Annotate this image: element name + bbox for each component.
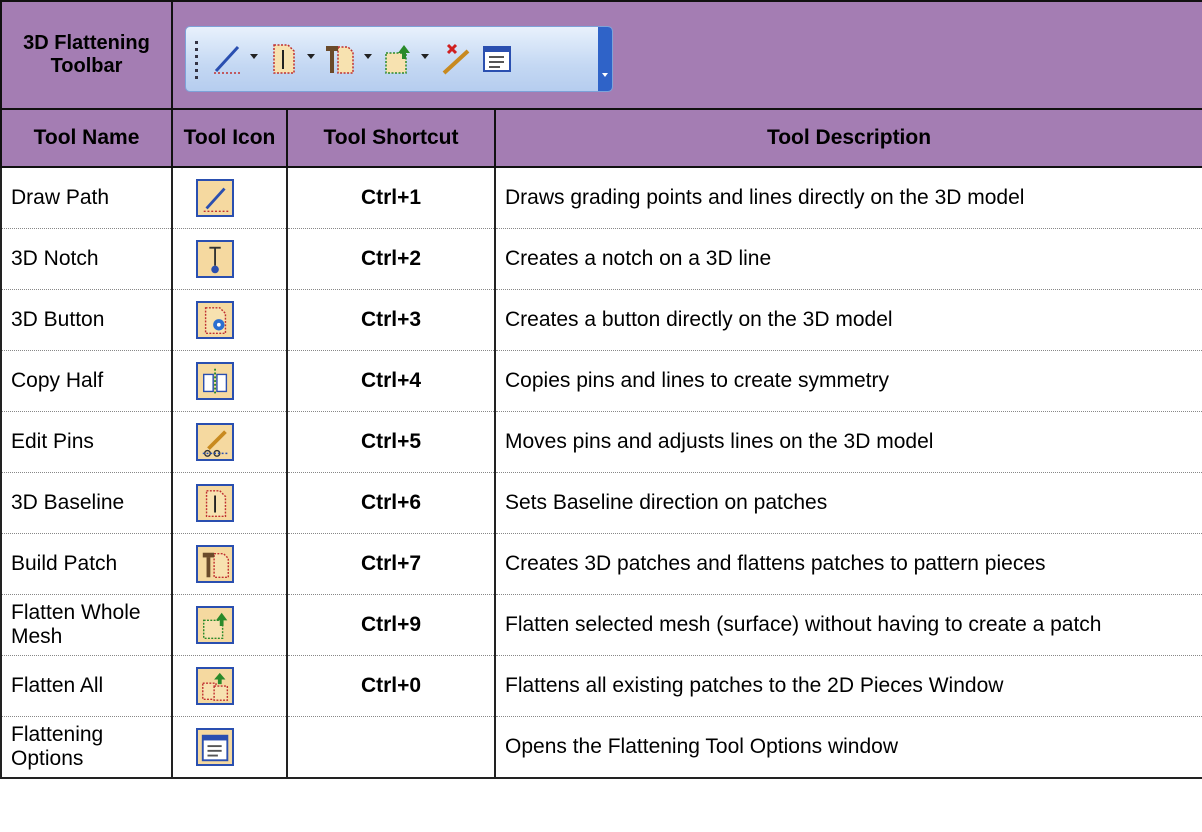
tool-shortcut: Ctrl+9 — [286, 594, 496, 656]
tools-body: Draw Path Ctrl+1 Draws grading points and … — [0, 167, 1202, 779]
header-tool-shortcut: Tool Shortcut — [286, 108, 496, 168]
build-patch-dropdown[interactable] — [364, 53, 372, 59]
tool-name: Flatten Whole Mesh — [0, 594, 173, 656]
draw-path-icon[interactable] — [210, 41, 246, 77]
baseline-icon — [196, 484, 234, 522]
tool-shortcut — [286, 716, 496, 779]
header-tool-description: Tool Description — [493, 108, 1202, 168]
tool-shortcut: Ctrl+0 — [286, 655, 496, 717]
tool-description: Creates a button directly on the 3D mode… — [493, 289, 1202, 351]
tool-name: Flatten All — [0, 655, 173, 717]
baseline-dropdown[interactable] — [307, 53, 315, 59]
tool-icon-cell — [171, 289, 288, 351]
table-row: 3D Baseline Ctrl+6 Sets Baseline direction… — [0, 472, 1202, 534]
tool-icon-cell — [171, 350, 288, 412]
build-patch-icon — [196, 545, 234, 583]
tool-name: Draw Path — [0, 167, 173, 229]
tools-table: 3D Flattening Toolbar Tool Name Tool Ico… — [0, 0, 1202, 779]
tool-name: 3D Button — [0, 289, 173, 351]
draw-path-dropdown[interactable] — [250, 53, 258, 59]
tool-description: Flatten selected mesh (surface) without … — [493, 594, 1202, 656]
tool-name: 3D Notch — [0, 228, 173, 290]
tool-shortcut: Ctrl+2 — [286, 228, 496, 290]
tool-description: Moves pins and adjusts lines on the 3D m… — [493, 411, 1202, 473]
tool-shortcut: Ctrl+7 — [286, 533, 496, 595]
tool-name: Copy Half — [0, 350, 173, 412]
tool-shortcut: Ctrl+4 — [286, 350, 496, 412]
copy-half-icon — [196, 362, 234, 400]
tool-name: Flattening Options — [0, 716, 173, 779]
draw-path-icon — [196, 179, 234, 217]
tool-icon-cell — [171, 716, 288, 779]
tool-description: Sets Baseline direction on patches — [493, 472, 1202, 534]
header-tool-icon: Tool Icon — [171, 108, 288, 168]
tool-description: Draws grading points and lines directly … — [493, 167, 1202, 229]
tool-shortcut: Ctrl+6 — [286, 472, 496, 534]
tool-icon-cell — [171, 472, 288, 534]
options-icon — [196, 728, 234, 766]
tool-icon-cell — [171, 594, 288, 656]
notch-icon — [196, 240, 234, 278]
tool-shortcut: Ctrl+1 — [286, 167, 496, 229]
table-row: Build Patch Ctrl+7 Creates 3D patches and … — [0, 533, 1202, 595]
tool-description: Creates a notch on a 3D line — [493, 228, 1202, 290]
table-row: Edit Pins Ctrl+5 Moves pins and adjusts li… — [0, 411, 1202, 473]
tool-shortcut: Ctrl+3 — [286, 289, 496, 351]
options-icon[interactable] — [480, 41, 516, 77]
tool-shortcut: Ctrl+5 — [286, 411, 496, 473]
tool-icon-cell — [171, 411, 288, 473]
flattening-toolbar — [185, 25, 613, 92]
build-patch-icon[interactable] — [322, 41, 358, 77]
tool-icon-cell — [171, 655, 288, 717]
tool-description: Flattens all existing patches to the 2D … — [493, 655, 1202, 717]
table-row: Draw Path Ctrl+1 Draws grading points and … — [0, 167, 1202, 229]
table-row: Flatten Whole Mesh Ctrl+9 Flatten selected… — [0, 594, 1202, 656]
flatten-mesh-icon[interactable] — [380, 41, 416, 77]
toolbar-grip[interactable] — [195, 40, 198, 79]
table-row: Copy Half Ctrl+4 Copies pins and lines to … — [0, 350, 1202, 412]
tool-icon-cell — [171, 228, 288, 290]
tool-name: Build Patch — [0, 533, 173, 595]
toolbar-overflow-button[interactable] — [598, 26, 612, 91]
tool-description: Copies pins and lines to create symmetry — [493, 350, 1202, 412]
table-row: 3D Notch Ctrl+2 Creates a notch on a 3D li… — [0, 228, 1202, 290]
tool-description: Creates 3D patches and flattens patches … — [493, 533, 1202, 595]
edit-pins-icon — [196, 423, 234, 461]
table-row: 3D Button Ctrl+3 Creates a button directly… — [0, 289, 1202, 351]
flatten-all-icon — [196, 667, 234, 705]
toolbar-title: 3D Flattening Toolbar — [0, 0, 173, 110]
table-row: Flattening Options Opens the Flattening T… — [0, 716, 1202, 779]
header-tool-name: Tool Name — [0, 108, 173, 168]
tool-icon-cell — [171, 533, 288, 595]
tool-icon-cell — [171, 167, 288, 229]
flatten-mesh-icon — [196, 606, 234, 644]
tool-description: Opens the Flattening Tool Options window — [493, 716, 1202, 779]
delete-pins-icon[interactable] — [438, 41, 474, 77]
flatten-mesh-dropdown[interactable] — [421, 53, 429, 59]
tool-name: Edit Pins — [0, 411, 173, 473]
baseline-icon[interactable] — [266, 41, 302, 77]
button-icon — [196, 301, 234, 339]
table-row: Flatten All Ctrl+0 Flattens all existing p… — [0, 655, 1202, 717]
toolbar-cell — [170, 0, 1202, 110]
tool-name: 3D Baseline — [0, 472, 173, 534]
